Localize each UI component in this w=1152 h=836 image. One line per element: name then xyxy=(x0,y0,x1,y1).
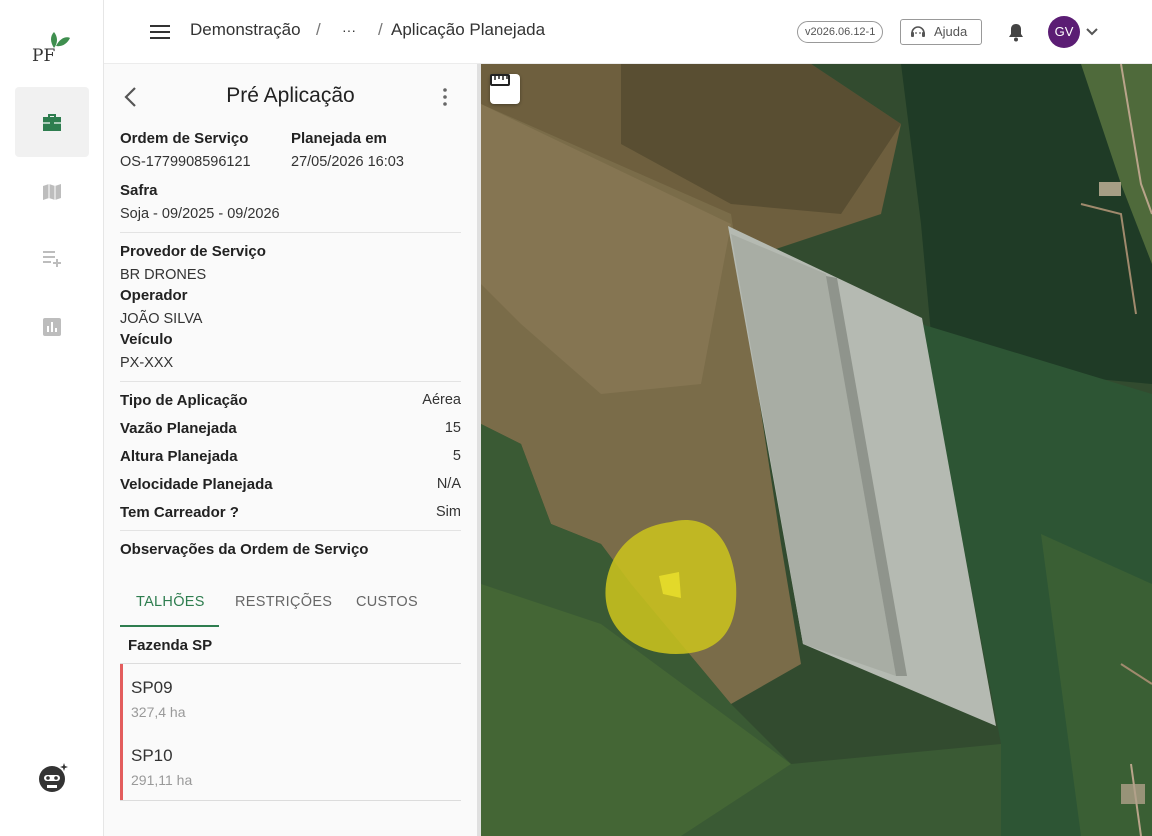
more-vert-icon[interactable] xyxy=(437,86,453,108)
nav-map[interactable] xyxy=(15,157,89,227)
map-imagery xyxy=(481,64,1152,836)
detail-row-height: Altura Planejada 5 xyxy=(120,448,461,470)
ruler-button[interactable] xyxy=(490,74,520,104)
ruler-icon xyxy=(490,74,510,86)
detail-row-application-type: Tipo de Aplicação Aérea xyxy=(120,392,461,414)
list-item[interactable]: SP09 327,4 ha xyxy=(131,678,431,728)
detail-value: 5 xyxy=(452,448,461,464)
operator-label: Operador xyxy=(120,287,188,304)
detail-label: Tem Carreador ? xyxy=(120,504,239,521)
divider xyxy=(120,381,461,382)
detail-label: Vazão Planejada xyxy=(120,420,237,437)
help-label: Ajuda xyxy=(934,24,968,39)
list-item[interactable]: SP10 291,11 ha xyxy=(131,746,431,796)
plot-selection-bar xyxy=(120,664,123,800)
page-title: Pré Aplicação xyxy=(226,84,355,107)
vehicle-value: PX-XXX xyxy=(120,355,174,371)
left-rail: PF xyxy=(0,0,104,836)
detail-value: N/A xyxy=(436,476,461,492)
pre-application-panel: Pré Aplicação Ordem de Serviço OS-177990… xyxy=(104,64,477,836)
provider-value: BR DRONES xyxy=(120,267,207,283)
detail-row-carrier: Tem Carreador ? Sim xyxy=(120,504,461,526)
bar-chart-icon xyxy=(43,318,61,336)
operator-value: JOÃO SILVA xyxy=(120,311,203,327)
detail-label: Velocidade Planejada xyxy=(120,476,273,493)
detail-row-speed: Velocidade Planejada N/A xyxy=(120,476,461,498)
version-badge: v2026.06.12-1 xyxy=(797,21,884,43)
planned-at-label: Planejada em xyxy=(291,130,387,147)
nav-briefcase[interactable] xyxy=(15,87,89,157)
nav-playlist-add[interactable] xyxy=(15,223,89,293)
detail-value: Sim xyxy=(436,504,461,520)
plot-area: 327,4 ha xyxy=(131,704,186,720)
detail-value: Aérea xyxy=(422,392,461,408)
plot-name: SP09 xyxy=(131,678,173,697)
tab-plots[interactable]: TALHÕES xyxy=(136,594,205,610)
svg-text:PF: PF xyxy=(32,46,55,66)
panel-tabs: TALHÕES RESTRIÇÕES CUSTOS xyxy=(120,584,461,628)
bell-icon[interactable] xyxy=(1005,21,1027,43)
breadcrumb-root[interactable]: Demonstração xyxy=(190,20,301,40)
breadcrumb-separator: / xyxy=(378,20,383,39)
breadcrumb-separator: / xyxy=(316,20,321,39)
pf-logo[interactable]: PF xyxy=(30,28,74,68)
help-button[interactable]: Ajuda xyxy=(900,19,982,45)
divider xyxy=(120,530,461,531)
divider xyxy=(120,232,461,233)
headset-icon xyxy=(911,26,925,37)
playlist-add-icon xyxy=(43,251,61,267)
nav-reports[interactable] xyxy=(15,292,89,362)
vehicle-label: Veículo xyxy=(120,331,173,348)
detail-row-flow-rate: Vazão Planejada 15 xyxy=(120,420,461,442)
breadcrumb-ellipsis[interactable]: ··· xyxy=(342,22,356,38)
plot-name: SP10 xyxy=(131,746,173,765)
assistant-bot-icon[interactable] xyxy=(36,760,70,794)
avatar[interactable]: GV xyxy=(1048,16,1080,48)
farm-name: Fazenda SP xyxy=(128,637,213,654)
detail-value: 15 xyxy=(444,420,461,436)
service-order-label: Ordem de Serviço xyxy=(120,130,249,147)
plot-area: 291,11 ha xyxy=(131,772,193,788)
chevron-down-icon[interactable] xyxy=(1084,24,1100,40)
crop-label: Safra xyxy=(120,182,158,199)
menu-icon[interactable] xyxy=(148,22,172,42)
tab-costs[interactable]: CUSTOS xyxy=(356,594,418,610)
planned-at-value: 27/05/2026 16:03 xyxy=(291,154,404,170)
notes-label: Observações da Ordem de Serviço xyxy=(120,541,369,558)
satellite-map[interactable] xyxy=(481,64,1152,836)
tab-restrictions[interactable]: RESTRIÇÕES xyxy=(235,594,332,610)
plot-list: SP09 327,4 ha SP10 291,11 ha xyxy=(120,663,461,801)
panel-header: Pré Aplicação xyxy=(104,80,477,114)
detail-label: Tipo de Aplicação xyxy=(120,392,248,409)
provider-label: Provedor de Serviço xyxy=(120,243,266,260)
breadcrumb-current: Aplicação Planejada xyxy=(391,20,546,39)
briefcase-icon xyxy=(43,114,61,131)
map-icon xyxy=(43,184,61,200)
detail-label: Altura Planejada xyxy=(120,448,238,465)
service-order-value: OS-1779908596121 xyxy=(120,154,251,170)
top-bar: Demonstração / ··· / Aplicação Planejada… xyxy=(104,0,1152,64)
active-tab-indicator xyxy=(120,625,219,627)
crop-value: Soja - 09/2025 - 09/2026 xyxy=(120,206,280,222)
